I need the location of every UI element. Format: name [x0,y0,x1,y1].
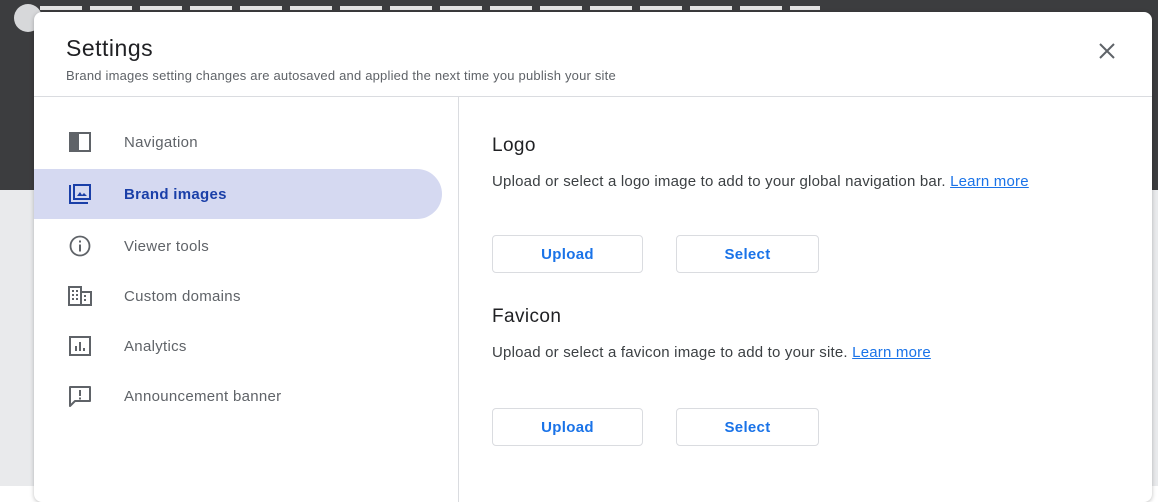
favicon-description-text: Upload or select a favicon image to add … [492,344,848,361]
image-icon [68,182,92,206]
favicon-section-title: Favicon [492,306,562,327]
sidebar-item-analytics[interactable]: Analytics [34,321,442,371]
sidebar-item-label: Custom domains [124,287,241,305]
logo-learn-more-link[interactable]: Learn more [950,173,1029,190]
domain-icon [68,284,92,308]
sidebar-item-custom-domains[interactable]: Custom domains [34,271,442,321]
close-button[interactable] [1092,36,1122,66]
dialog-subtitle: Brand images setting changes are autosav… [66,68,616,83]
settings-dialog: Settings Brand images setting changes ar… [34,12,1152,502]
logo-section-title: Logo [492,135,536,156]
sidebar-item-label: Analytics [124,337,187,355]
sidebar-item-navigation[interactable]: Navigation [34,117,442,167]
info-icon [68,234,92,258]
logo-upload-button[interactable]: Upload [492,235,643,273]
sidebar-item-label: Viewer tools [124,237,210,255]
sidebar-item-label: Announcement banner [124,387,282,405]
close-icon [1099,43,1115,59]
logo-description: Upload or select a logo image to add to … [492,170,1152,193]
dialog-title: Settings [66,35,154,61]
favicon-select-button[interactable]: Select [676,408,819,446]
sidebar-item-label: Navigation [124,133,198,151]
favicon-upload-button[interactable]: Upload [492,408,643,446]
dialog-header: Settings Brand images setting changes ar… [34,12,1152,97]
favicon-description: Upload or select a favicon image to add … [492,341,1152,364]
sidebar-item-viewer-tools[interactable]: Viewer tools [34,221,442,271]
sidebar-item-brand-images[interactable]: Brand images [34,169,442,219]
navigation-icon [68,130,92,154]
logo-description-text: Upload or select a logo image to add to … [492,173,946,190]
favicon-learn-more-link[interactable]: Learn more [852,344,931,361]
announcement-icon [68,384,92,408]
sidebar-item-announcement-banner[interactable]: Announcement banner [34,371,442,421]
settings-sidebar: Navigation Brand images Viewer tools Cus… [34,97,459,502]
backdrop-decoration [40,6,820,10]
analytics-icon [68,334,92,358]
brand-images-panel: Logo Upload or select a logo image to ad… [459,97,1152,502]
sidebar-item-label: Brand images [124,185,227,203]
logo-select-button[interactable]: Select [676,235,819,273]
